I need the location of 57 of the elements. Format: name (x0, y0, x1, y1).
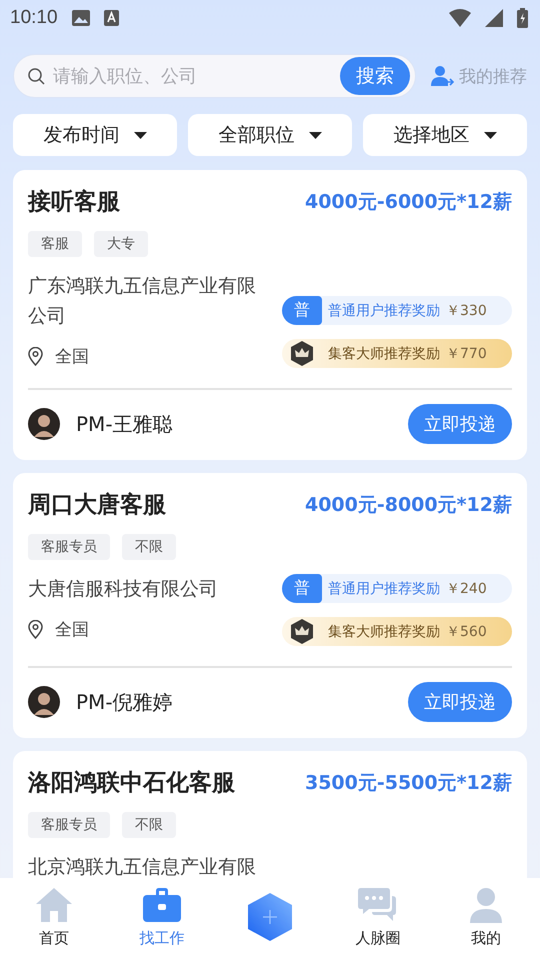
nav-tab[interactable]: 找工作 (108, 878, 216, 960)
job-card[interactable]: 接听客服 4000元-6000元*12薪 客服 大专 广东鸿联九五信息产业有限公司 全国 普 普通用户推荐奖励 ￥330 集客大师推荐奖励 ￥770 PM-王雅聪 立即投递 (13, 170, 527, 460)
job-tag: 客服专员 (28, 534, 110, 560)
job-tag: 不限 (122, 534, 176, 560)
reward-pill: 普 普通用户推荐奖励 ￥240 (282, 574, 512, 603)
salary: 4000元-8000元*12薪 (304, 492, 512, 518)
filter-dropdown[interactable]: 发布时间 (13, 114, 177, 156)
nav-tab[interactable]: 首页 (0, 878, 108, 960)
dropdown-icon (484, 132, 496, 138)
job-title: 周口大唐客服 (28, 491, 166, 520)
battery-icon (517, 8, 528, 28)
location-icon (28, 620, 43, 639)
nav-tab[interactable]: 人脉圈 (324, 878, 432, 960)
filter-dropdown[interactable]: 全部职位 (188, 114, 352, 156)
search-button[interactable]: 搜索 (340, 57, 410, 95)
clock: 10:10 (10, 7, 58, 29)
job-tag: 客服专员 (28, 812, 110, 838)
job-card[interactable]: 周口大唐客服 4000元-8000元*12薪 客服专员 不限 大唐信服科技有限公司 全国 普 普通用户推荐奖励 ￥240 集客大师推荐奖励 ￥560 PM-倪雅婷 立即投递 (13, 473, 527, 738)
reward-pill: 集客大师推荐奖励 ￥770 (282, 339, 512, 368)
add-icon (248, 893, 292, 941)
job-tag: 大专 (94, 231, 148, 257)
wifi-icon (449, 9, 471, 27)
text-icon (104, 10, 119, 26)
search-field[interactable]: 请输入职位、公司 搜索 (13, 54, 416, 98)
search-icon (28, 68, 45, 84)
company-name: 大唐信服科技有限公司 (28, 577, 219, 602)
person-icon (430, 65, 455, 87)
apply-button[interactable]: 立即投递 (408, 404, 512, 444)
location: 全国 (55, 619, 89, 641)
signal-icon (485, 9, 503, 27)
salary: 4000元-6000元*12薪 (304, 190, 512, 214)
reward-pill: 普 普通用户推荐奖励 ￥330 (282, 296, 512, 325)
nav-tab[interactable]: 我的 (432, 878, 540, 960)
recruiter-name: PM-王雅聪 (76, 410, 174, 438)
image-icon (72, 10, 90, 26)
person-icon (468, 886, 504, 922)
reward-pill: 集客大师推荐奖励 ￥560 (282, 617, 512, 646)
job-tag: 客服 (28, 231, 82, 257)
location-icon (28, 347, 43, 366)
dropdown-icon (308, 132, 322, 138)
job-title: 接听客服 (28, 188, 120, 217)
filter-dropdown[interactable]: 选择地区 (363, 114, 527, 156)
chat-icon (358, 886, 398, 922)
avatar (28, 686, 60, 718)
recruiter-name: PM-倪雅婷 (76, 688, 174, 716)
company-name: 广东鸿联九五信息产业有限公司 (28, 274, 257, 329)
avatar (28, 408, 60, 440)
salary: 3500元-5500元*12薪 (304, 770, 512, 796)
job-title: 洛阳鸿联中石化客服 (28, 769, 235, 798)
briefcase-icon (143, 886, 181, 922)
job-tag: 不限 (122, 812, 176, 838)
location: 全国 (55, 346, 89, 368)
dropdown-icon (134, 132, 146, 138)
home-icon (35, 886, 73, 922)
apply-button[interactable]: 立即投递 (408, 682, 512, 722)
job-card[interactable]: 洛阳鸿联中石化客服 3500元-5500元*12薪 客服专员 不限 北京鸿联九五信息产业有限 (13, 751, 527, 878)
company-name: 北京鸿联九五信息产业有限 (28, 855, 257, 878)
